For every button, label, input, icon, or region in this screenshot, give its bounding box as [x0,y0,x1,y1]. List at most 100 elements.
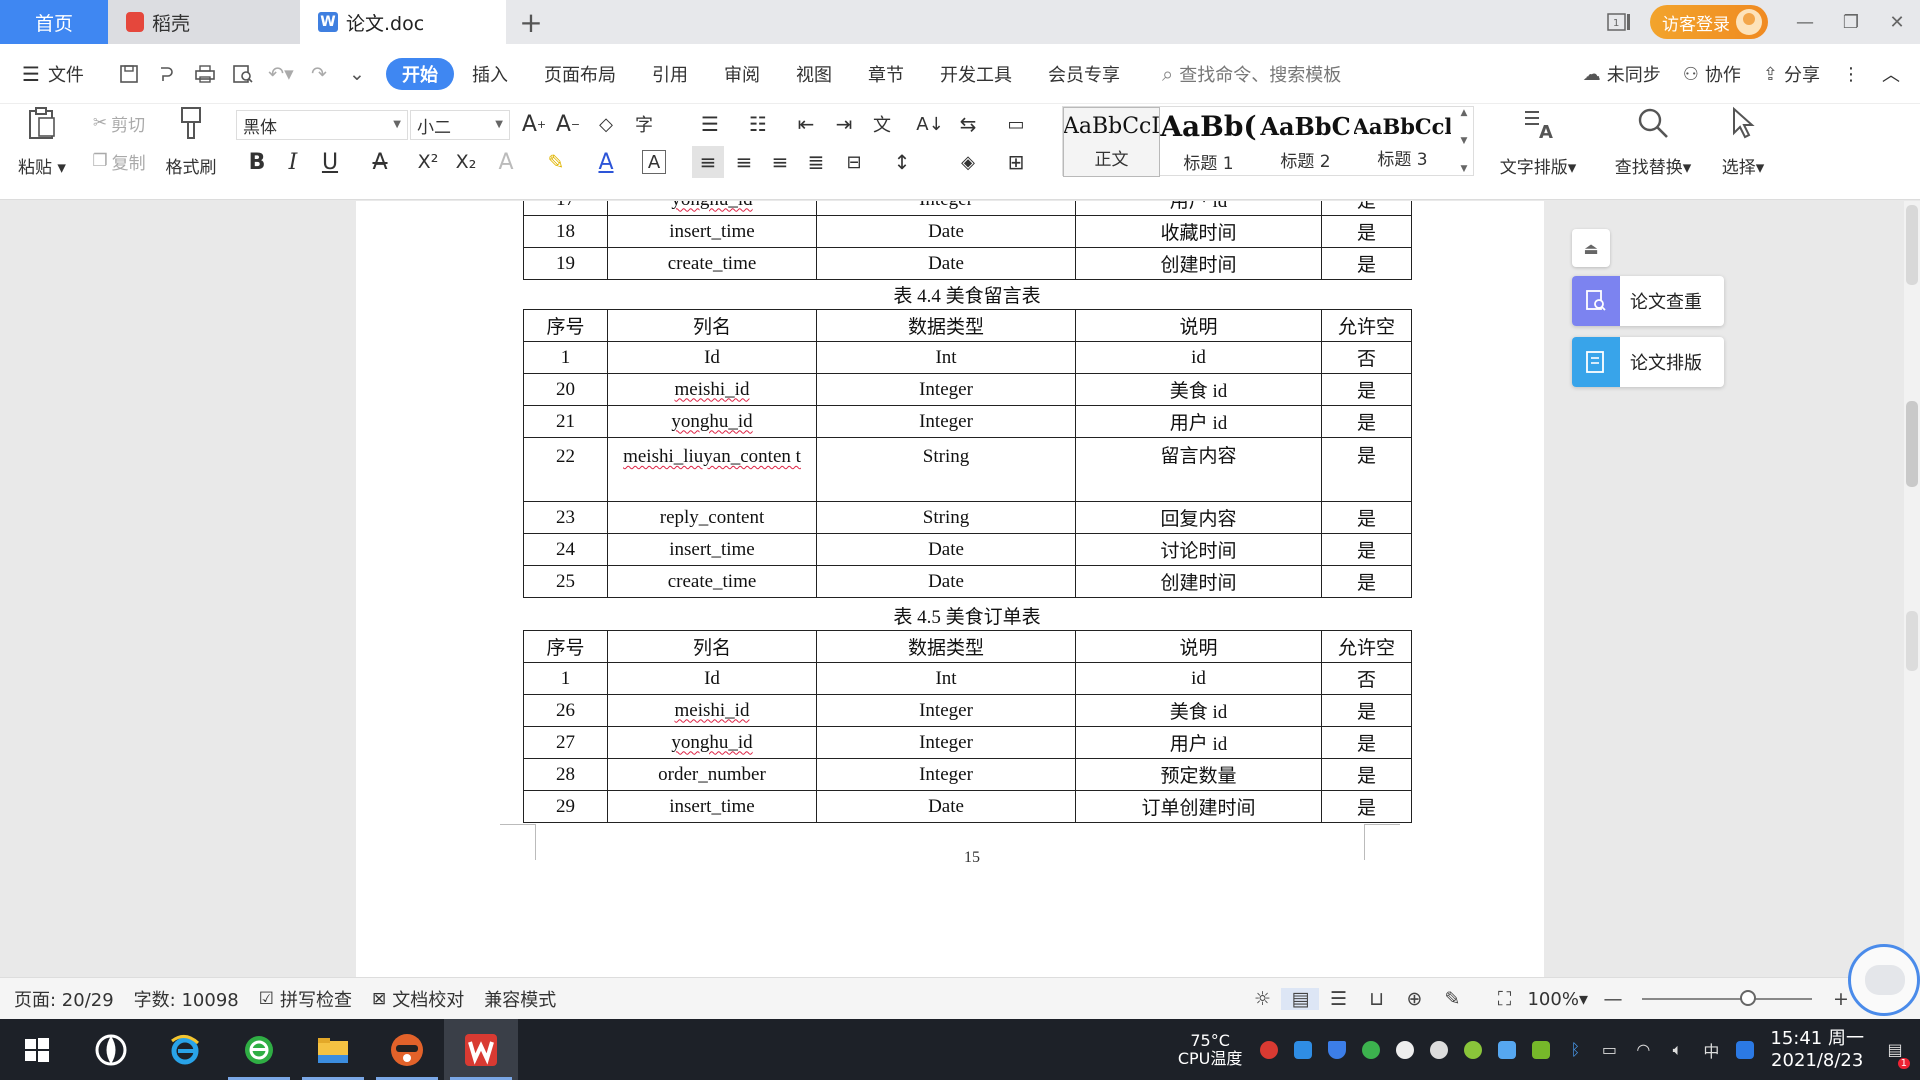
cut-button[interactable]: ✂ 剪切 [82,108,156,138]
redo-icon[interactable]: ↷ [300,55,338,93]
tab-page-layout[interactable]: 页面布局 [526,58,634,90]
wps-writer-icon[interactable] [444,1019,518,1080]
paste-button[interactable]: 粘贴 ▾ [14,106,70,178]
layout-toggle-icon[interactable]: 1 [1596,0,1642,44]
notification-icon[interactable]: ▤ 1 [1878,1040,1912,1069]
ruler-icon[interactable]: ▭ [1000,108,1032,140]
highlight-icon[interactable]: ✎ [540,146,572,178]
collapse-panel-icon[interactable]: ⏏ [1572,229,1610,267]
find-replace-button[interactable]: 查找替换▾ [1608,106,1698,178]
select-button[interactable]: 选择▾ [1712,106,1774,178]
share-button[interactable]: ⇪ 分享 [1763,61,1820,87]
copy-button[interactable]: ❐ 复制 [82,146,156,176]
style-heading-1[interactable]: AaBb( 标题 1 [1160,107,1257,177]
italic-icon[interactable]: I [277,146,309,178]
eye-protection-icon[interactable]: ☼ [1243,988,1281,1010]
scrollbar-thumb[interactable] [1906,401,1918,487]
spell-check-button[interactable]: ☑ 拼写检查 [259,986,352,1012]
tab-start[interactable]: 开始 [386,57,454,90]
shield-icon[interactable] [1320,1040,1354,1059]
outline-view-icon[interactable]: ☰ [1319,988,1357,1010]
vertical-scrollbar[interactable] [1904,201,1920,977]
system-clock[interactable]: 15:41 周一 2021/8/23 [1770,1028,1864,1072]
print-icon[interactable] [186,55,224,93]
style-heading-3[interactable]: AaBbCcl 标题 3 [1354,107,1451,177]
strikethrough-icon[interactable]: A [364,146,396,178]
numbered-list-icon[interactable]: ☷ [742,108,774,140]
command-search[interactable]: ⌕ 查找命令、搜索模板 [1162,61,1341,87]
page-view-icon[interactable]: ▤ [1281,988,1320,1010]
collapse-ribbon-icon[interactable]: ︿ [1882,61,1900,87]
word-count[interactable]: 字数: 10098 [134,986,239,1012]
text-layout-button[interactable]: A 文字排版▾ [1494,106,1582,178]
search-app-tray-icon[interactable] [1728,1040,1762,1059]
phonetic-guide-icon[interactable]: 字 [628,108,660,140]
bluetooth-icon[interactable]: ᛒ [1558,1040,1592,1059]
qq-tray-icon[interactable] [1388,1040,1422,1059]
undo-icon[interactable]: ↶▾ [262,55,300,93]
more-icon[interactable]: ⋮ [1842,64,1860,85]
decrease-indent-icon[interactable]: ⇤ [790,108,822,140]
volume-icon[interactable]: 🔈︎ [1660,1040,1694,1060]
styles-scroll[interactable]: ▲ ▼ ▼ [1456,108,1472,174]
pinwheel-app-icon[interactable] [74,1019,148,1080]
web-view-icon[interactable]: ⊕ [1395,988,1433,1010]
line-spacing-icon[interactable]: ↕ [886,146,918,178]
nvidia-tray-icon[interactable] [1524,1040,1558,1059]
tab-insert[interactable]: 插入 [454,58,526,90]
tab-developer[interactable]: 开发工具 [922,58,1030,90]
game-app-icon[interactable] [370,1019,444,1080]
assistant-robot-icon[interactable] [1848,944,1920,1016]
style-normal[interactable]: AaBbCcI 正文 [1063,107,1160,177]
tab-member[interactable]: 会员专享 [1030,58,1138,90]
zoom-level[interactable]: 100% ▾ [1527,989,1588,1010]
plagiarism-check-button[interactable]: 论文查重 [1572,276,1724,326]
tab-document[interactable]: W 论文.doc [300,0,506,44]
bullet-list-icon[interactable]: ☰ [694,108,726,140]
clear-format-icon[interactable]: ◇ [590,108,622,140]
sync-status[interactable]: ☁ 未同步 [1583,61,1661,87]
customize-toolbar-icon[interactable]: ⌄ [338,55,376,93]
borders-icon[interactable]: ⊞ [1000,146,1032,178]
distributed-align-icon[interactable]: ⊟ [838,146,870,178]
font-name-select[interactable]: 黑体 ▼ [236,110,408,140]
network-app-tray-icon[interactable] [1286,1040,1320,1059]
ime-indicator[interactable]: 中 [1694,1038,1728,1062]
align-center-icon[interactable]: ≡ [728,146,760,178]
collaborate-button[interactable]: ⚇ 协作 [1683,61,1741,87]
file-explorer-icon[interactable] [296,1019,370,1080]
text-effect-icon[interactable]: A [490,146,522,178]
increase-indent-icon[interactable]: ⇥ [828,108,860,140]
justify-icon[interactable]: ≣ [800,146,832,178]
zoom-out-icon[interactable]: — [1594,988,1632,1010]
360-tray-icon[interactable] [1354,1040,1388,1059]
align-left-icon[interactable]: ≡ [692,146,724,178]
superscript-icon[interactable]: X² [412,146,444,178]
format-painter-button[interactable]: 格式刷 [160,106,222,178]
tab-view[interactable]: 视图 [778,58,850,90]
show-hide-marks-icon[interactable]: ⇆ [952,108,984,140]
paper-format-button[interactable]: 论文排版 [1572,337,1724,387]
guest-login-button[interactable]: 访客登录 [1650,5,1768,39]
red-app-tray-icon[interactable] [1252,1040,1286,1059]
360-browser-icon[interactable] [222,1019,296,1080]
tab-review[interactable]: 审阅 [706,58,778,90]
write-mode-icon[interactable]: ✎ [1433,988,1471,1010]
shrink-font-icon[interactable]: A − [552,108,584,140]
doc-proof-button[interactable]: ⊠ 文档校对 [372,986,464,1012]
zoom-slider[interactable] [1642,990,1812,1006]
save-icon[interactable] [110,55,148,93]
underline-icon[interactable]: U [314,146,346,178]
page-indicator[interactable]: 页面: 20/29 [14,986,114,1012]
style-heading-2[interactable]: AaBbC 标题 2 [1257,107,1354,177]
windows-start-icon[interactable] [0,1019,74,1080]
export-icon[interactable] [148,55,186,93]
ie-browser-icon[interactable] [148,1019,222,1080]
wifi-icon[interactable]: ◠ [1626,1040,1660,1059]
subscript-icon[interactable]: X₂ [450,146,482,178]
fit-page-icon[interactable]: ⛶ [1485,988,1523,1010]
chinese-layout-icon[interactable]: 文 [866,108,898,140]
shading-icon[interactable]: ◈ [952,146,984,178]
close-icon[interactable]: ✕ [1874,0,1920,44]
zoom-slider-knob[interactable] [1740,990,1756,1006]
